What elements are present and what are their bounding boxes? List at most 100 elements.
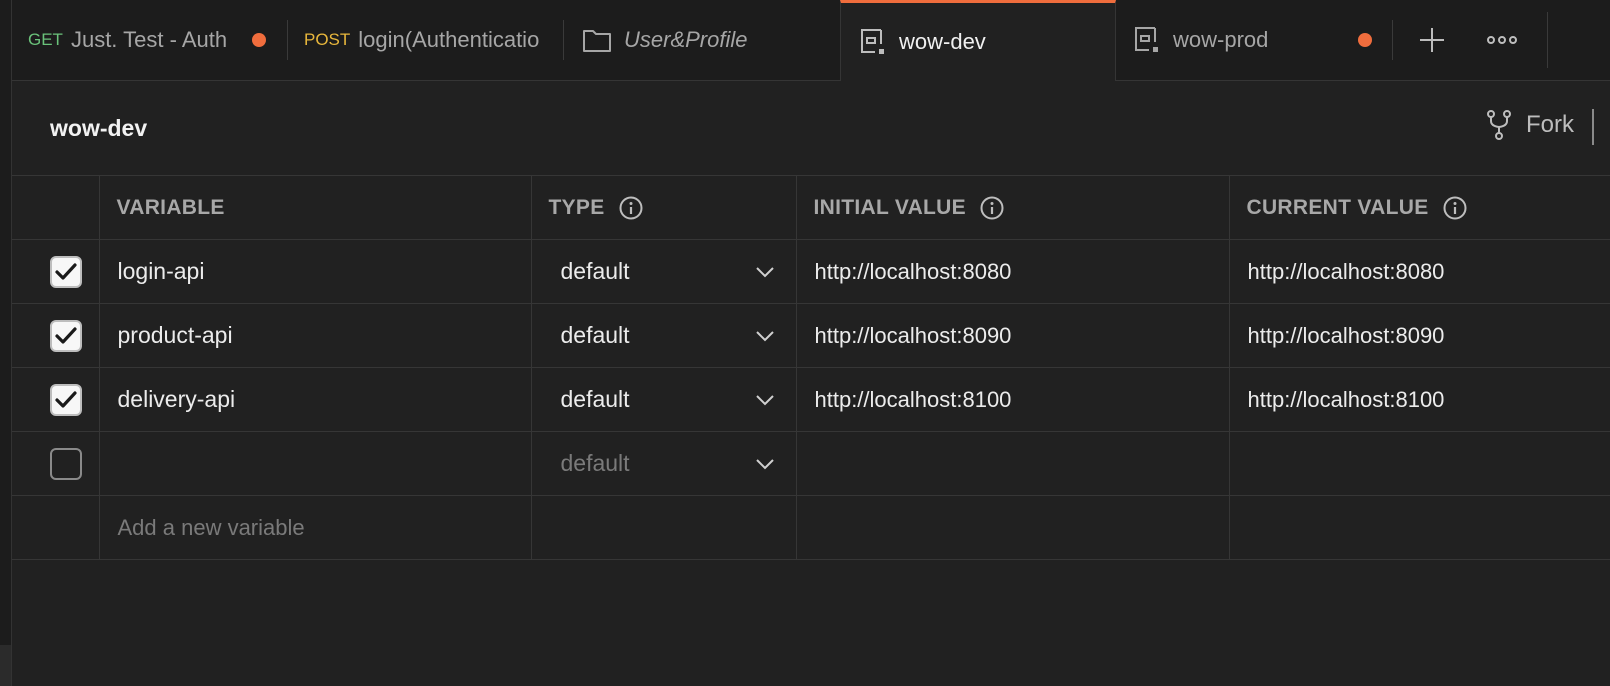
chevron-down-icon — [755, 458, 774, 470]
initial-value-cell[interactable]: http://localhost:8090 — [795, 303, 1230, 368]
checkmark-icon — [55, 326, 77, 344]
variable-name: delivery-api — [117, 386, 236, 412]
left-sidebar-edge — [0, 0, 12, 686]
add-variable-cell[interactable]: Add a new variable — [98, 495, 532, 560]
environment-name[interactable]: wow-dev — [50, 115, 147, 142]
type-value: default — [560, 450, 630, 476]
variable-name-cell[interactable]: product-api — [98, 303, 532, 368]
current-value: http://localhost:8090 — [1247, 322, 1445, 348]
variable-name: product-api — [117, 322, 233, 348]
row-enabled-checkbox[interactable] — [50, 319, 83, 352]
table-header-row: VARIABLE TYPE INITIAL VALUE CURRENT VALU… — [12, 175, 1610, 240]
add-type-cell — [530, 495, 797, 560]
column-header-label: INITIAL VALUE — [813, 195, 966, 219]
column-header-label: TYPE — [548, 195, 605, 219]
unsaved-dot-icon — [252, 33, 266, 47]
type-value: default — [560, 386, 630, 412]
environment-header: wow-dev Fork — [12, 81, 1610, 175]
current-value: http://localhost:8080 — [1247, 258, 1445, 284]
chevron-down-icon — [755, 266, 774, 278]
current-value-cell[interactable]: http://localhost:8100 — [1228, 367, 1610, 432]
type-select-cell[interactable]: default — [530, 431, 797, 496]
type-select[interactable]: default — [532, 450, 796, 477]
tab-post-login[interactable]: POST login(Authenticatio — [288, 0, 563, 80]
row-checkbox-cell — [12, 367, 100, 432]
row-enabled-checkbox[interactable] — [50, 383, 83, 416]
tab-wow-prod[interactable]: wow-prod — [1117, 0, 1392, 80]
header-divider — [1592, 109, 1594, 145]
current-value-cell[interactable]: http://localhost:8080 — [1228, 239, 1610, 304]
select-all-header — [12, 175, 100, 240]
column-header-label: VARIABLE — [116, 195, 225, 219]
fork-label: Fork — [1526, 111, 1574, 138]
row-checkbox-cell — [12, 431, 100, 496]
table-row: delivery-api default http://localhost:81… — [12, 367, 1610, 432]
tab-wow-dev[interactable]: wow-dev — [840, 0, 1116, 81]
chevron-down-icon — [755, 394, 774, 406]
column-header-variable: VARIABLE — [98, 175, 532, 240]
tab-title: login(Authenticatio — [358, 27, 540, 52]
type-select[interactable]: default — [532, 258, 796, 285]
variables-table: VARIABLE TYPE INITIAL VALUE CURRENT VALU… — [12, 175, 1610, 560]
table-row: product-api default http://localhost:809… — [12, 303, 1610, 368]
type-select[interactable]: default — [532, 322, 796, 349]
table-row: login-api default http://localhost:8080 … — [12, 239, 1610, 304]
tab-bar: GET Just. Test - Auth POST login(Authent… — [12, 0, 1610, 81]
tab-get-just-test-auth[interactable]: GET Just. Test - Auth — [12, 0, 287, 80]
row-checkbox-cell — [12, 239, 100, 304]
column-header-type: TYPE — [530, 175, 797, 240]
environment-icon — [859, 28, 887, 56]
fork-button[interactable]: Fork — [1486, 109, 1574, 141]
row-enabled-checkbox[interactable] — [50, 447, 83, 480]
type-select-cell[interactable]: default — [530, 239, 797, 304]
unsaved-dot-icon — [1358, 33, 1372, 47]
column-header-label: CURRENT VALUE — [1246, 195, 1429, 219]
tab-user-profile[interactable]: User&Profile — [564, 0, 839, 80]
sidebar-scroll-handle[interactable] — [0, 645, 11, 686]
more-horizontal-icon — [1487, 35, 1517, 45]
row-checkbox-cell — [12, 303, 100, 368]
add-initial-cell — [795, 495, 1230, 560]
new-tab-button[interactable] — [1402, 0, 1462, 80]
info-icon[interactable] — [1443, 196, 1467, 220]
current-value-cell[interactable]: http://localhost:8090 — [1228, 303, 1610, 368]
plus-icon — [1419, 27, 1445, 53]
table-row-empty: default — [12, 431, 1610, 496]
variable-name: login-api — [117, 258, 205, 284]
initial-value-cell[interactable]: http://localhost:8100 — [795, 367, 1230, 432]
type-select-cell[interactable]: default — [530, 303, 797, 368]
type-value: default — [560, 322, 630, 348]
type-value: default — [560, 258, 630, 284]
checkmark-icon — [55, 390, 77, 408]
column-header-current-value: CURRENT VALUE — [1228, 175, 1610, 240]
type-select[interactable]: default — [532, 386, 796, 413]
initial-value-cell[interactable]: http://localhost:8080 — [795, 239, 1230, 304]
tab-title: wow-dev — [899, 29, 986, 54]
column-header-initial-value: INITIAL VALUE — [795, 175, 1230, 240]
fork-icon — [1486, 109, 1512, 141]
type-select-cell[interactable]: default — [530, 367, 797, 432]
variable-name-cell[interactable] — [98, 431, 532, 496]
current-value: http://localhost:8100 — [1247, 386, 1445, 412]
current-value-cell[interactable] — [1228, 431, 1610, 496]
tab-title: wow-prod — [1173, 27, 1269, 52]
add-variable-input[interactable]: Add a new variable — [100, 515, 531, 541]
environment-icon — [1133, 26, 1161, 54]
tab-title: Just. Test - Auth — [70, 27, 228, 52]
more-tabs-button[interactable] — [1472, 0, 1532, 80]
initial-value: http://localhost:8090 — [814, 322, 1012, 348]
add-current-cell — [1228, 495, 1610, 560]
row-enabled-checkbox[interactable] — [50, 255, 83, 288]
variable-name-cell[interactable]: login-api — [98, 239, 532, 304]
add-variable-row: Add a new variable — [12, 495, 1610, 560]
tab-method-post: POST — [304, 30, 351, 49]
info-icon[interactable] — [980, 196, 1004, 220]
tab-method-get: GET — [28, 30, 63, 49]
checkmark-icon — [55, 262, 77, 280]
info-icon[interactable] — [619, 196, 643, 220]
tab-separator — [1392, 20, 1393, 60]
folder-icon — [582, 27, 612, 53]
variable-name-cell[interactable]: delivery-api — [98, 367, 532, 432]
chevron-down-icon — [755, 330, 774, 342]
initial-value-cell[interactable] — [795, 431, 1230, 496]
